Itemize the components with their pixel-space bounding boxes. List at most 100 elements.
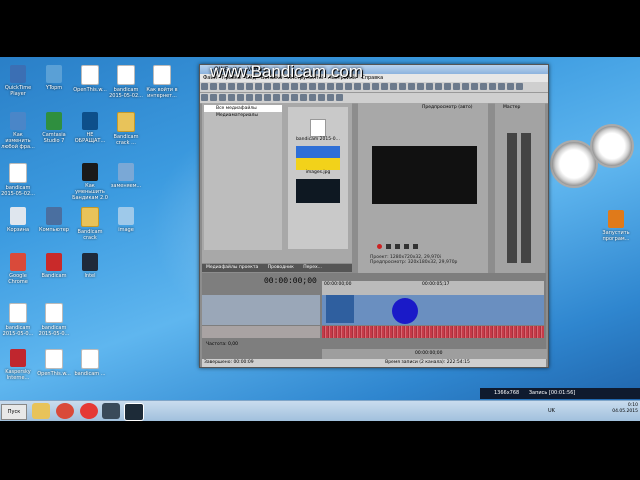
desktop-icon[interactable]: bandicam 2015-05-02... [0, 163, 36, 197]
app-icon [46, 253, 62, 271]
preview-info: Проект: 1280х720х32, 29,970i Предпросмот… [370, 255, 488, 265]
desktop-icon[interactable]: bandicam 2015-05-0... [36, 303, 72, 337]
tab-project-media[interactable]: Медиафайлы проекта [202, 265, 262, 270]
rate-label: Частота: 0,00 [206, 342, 239, 347]
desktop-icon[interactable]: bandicam ... [72, 349, 108, 377]
meter-right [521, 133, 531, 263]
video-track[interactable] [322, 295, 544, 325]
screen: QuickTime Player YTopm OpenThis.w... bandic… [0, 0, 640, 480]
app-icon [82, 253, 98, 271]
desktop-icon[interactable]: Компьютер [36, 207, 72, 233]
desktop-icon[interactable]: OpenThis.w... [36, 349, 72, 377]
desktop-icon[interactable]: Bandicam [36, 253, 72, 279]
desktop-icon[interactable]: НЕ ОБРАЩАТ... [72, 112, 108, 144]
taskbar-chrome-icon[interactable] [56, 403, 74, 419]
app-icon [82, 163, 98, 181]
letterbox-bottom [0, 421, 640, 480]
desktop-icon[interactable]: Как уменьшить Бандикам 2.0 [72, 163, 108, 201]
desktop-icon-label: Запустить програм... [602, 230, 630, 242]
desktop-icon-label: Intel [84, 273, 96, 279]
desktop-icon-label: QuickTime Player [4, 85, 32, 97]
taskbar-vegas-icon[interactable] [124, 403, 144, 421]
desktop-icon-label: Компьютер [39, 227, 69, 233]
folder-icon [117, 112, 135, 132]
status-record-time: Время записи (2 канала): 222:54:15 [385, 360, 470, 365]
transport-time: 00:00:00;00 [415, 351, 443, 356]
desktop-icon-label: заменяем... [110, 183, 142, 189]
menu-item[interactable]: Справка [361, 75, 383, 81]
app-icon [46, 207, 62, 225]
master-mixer: Мастер [495, 103, 545, 273]
desktop-icon[interactable]: заменяем... [108, 163, 144, 189]
status-complete: Завершено: 00:00:09 [204, 360, 254, 365]
preview-quality[interactable]: Предпросмотр (авто) [422, 105, 473, 110]
tab-transitions[interactable]: Перех... [299, 265, 326, 270]
desktop-icon[interactable]: Kaspersky Interne... [0, 349, 36, 381]
video-clip[interactable] [326, 295, 354, 323]
media-tree: Все медиафайлы Медиаматериалы [204, 105, 282, 250]
desktop-icon[interactable]: Camtasia Studio 7 [36, 112, 72, 144]
audio-track[interactable] [322, 326, 544, 338]
media-file-list: bandicam 2015-0... images.jpg [288, 107, 348, 249]
file-icon [9, 303, 27, 323]
app-icon [118, 207, 134, 225]
video-track-header[interactable] [202, 295, 320, 325]
tree-item-media-bins[interactable]: Медиаматериалы [204, 112, 282, 119]
app-icon [10, 65, 26, 83]
app-icon [118, 163, 134, 181]
system-clock[interactable]: 0:10 04.05.2015 [612, 403, 638, 415]
mixer-label: Мастер [503, 105, 521, 110]
transport-bar[interactable]: 00:00:00;00 [322, 349, 547, 359]
desktop-icon[interactable]: YTopm [36, 65, 72, 91]
desktop-icon[interactable]: bandicam 2015-05-02... [108, 65, 144, 99]
desktop-icon-launch[interactable]: Запустить програм... [598, 210, 634, 242]
desktop-icon[interactable]: QuickTime Player [0, 65, 36, 97]
project-media-pane: Все медиафайлы Медиаматериалы bandicam 2… [202, 103, 352, 263]
media-tabs[interactable]: Медиафайлы проекта Проводник Перех... [202, 264, 352, 272]
taskbar-explorer-icon[interactable] [32, 403, 50, 419]
desktop-icon-label: Корзина [6, 227, 30, 233]
desktop-icon-label: Google Chrome [8, 273, 28, 285]
language-indicator[interactable]: UK [548, 408, 555, 414]
app-icon [10, 112, 26, 130]
taskbar: Пуск UK 0:10 04.05.2015 [0, 400, 640, 422]
file-thumb-clip[interactable] [296, 179, 340, 203]
taskbar-app-icon[interactable] [102, 403, 120, 419]
video-preview-pane: Предпросмотр (авто) Проект: 1280х720х32,… [358, 103, 488, 273]
file-thumb-image[interactable] [296, 146, 340, 170]
desktop-icon[interactable]: OpenThis.w... [72, 65, 108, 93]
app-icon [10, 349, 26, 367]
audio-track-header[interactable] [202, 326, 320, 338]
desktop-icon[interactable]: image [108, 207, 144, 233]
timeline[interactable]: 00:00:00;00 00:00:00;00 00:00:05;17 Част… [202, 273, 547, 367]
desktop-icon[interactable]: Корзина [0, 207, 36, 233]
preview-transport[interactable] [376, 243, 476, 251]
file-thumb-video[interactable] [310, 119, 326, 137]
taskbar-opera-icon[interactable] [80, 403, 98, 419]
desktop-icon[interactable]: Intel [72, 253, 108, 279]
desktop-icon[interactable]: Как войти в интернет... [144, 65, 180, 99]
ruler-mark: 00:00:05;17 [422, 282, 450, 287]
bandicam-notify-bar: 1366x768 Запись [00:01:56] [480, 388, 640, 399]
file-icon [81, 65, 99, 85]
desktop-icon[interactable]: bandicam 2015-05-0... [0, 303, 36, 337]
desktop-icon[interactable]: Google Chrome [0, 253, 36, 285]
clock-date: 04.05.2015 [612, 409, 638, 414]
desktop-gadgets [548, 122, 638, 192]
start-button[interactable]: Пуск [1, 404, 27, 420]
tree-item-all-media[interactable]: Все медиафайлы [204, 105, 282, 112]
desktop-icon[interactable]: Bandicam crack ... [108, 112, 144, 146]
desktop-icon-label: Bandicam crack ... [113, 134, 139, 146]
desktop-icon[interactable]: Bandicam crack [72, 207, 108, 241]
vegas-window[interactable]: QWE.veg - Vegas Файл Правка Вид Вставка Инст… [199, 64, 549, 368]
app-icon [82, 112, 98, 130]
desktop-icon-label: Bandicam crack [77, 229, 103, 241]
desktop-icon-label: Bandicam [41, 273, 67, 279]
tab-explorer[interactable]: Проводник [264, 265, 298, 270]
desktop-icon[interactable]: Как изменить любой фра... [0, 112, 36, 150]
cursor-highlight [392, 298, 418, 324]
ruler[interactable]: 00:00:00;00 00:00:05;17 [322, 281, 544, 295]
app-icon [10, 207, 26, 225]
main-toolbar[interactable] [200, 82, 548, 93]
notify-resolution: 1366x768 [494, 390, 520, 396]
